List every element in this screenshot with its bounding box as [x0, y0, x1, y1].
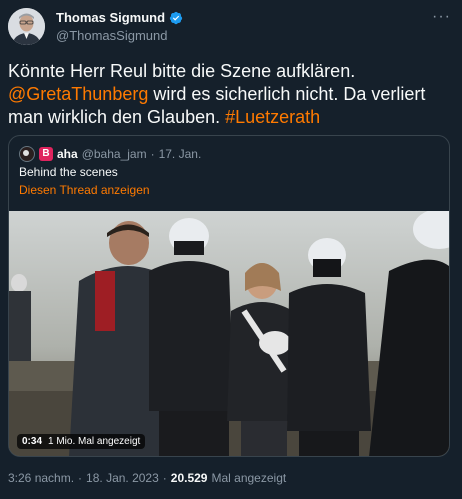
views-count: 20.529 [170, 471, 208, 485]
tweet-time[interactable]: 3:26 nachm. [8, 471, 74, 485]
tweet: Thomas Sigmund @ThomasSigmund ··· Könnte… [0, 0, 462, 499]
verified-badge-icon [169, 11, 183, 25]
footer-separator-2: · [162, 471, 167, 485]
quoted-date: 17. Jan. [158, 147, 202, 161]
quoted-author-name-badge: B [39, 147, 53, 161]
author-handle[interactable]: @ThomasSigmund [56, 28, 167, 43]
author-name-text: Thomas Sigmund [56, 10, 166, 25]
quoted-author-avatar [19, 146, 35, 162]
video-info-badge: 0:34 1 Mio. Mal angezeigt [17, 434, 146, 449]
show-thread-link[interactable]: Diesen Thread anzeigen [19, 183, 150, 197]
video-thumbnail [9, 211, 449, 456]
tweet-date[interactable]: 18. Jan. 2023 [86, 471, 159, 485]
quoted-tweet-text: Behind the scenes [19, 165, 118, 179]
quoted-author-handle: @baha_jam [81, 147, 147, 161]
author-name[interactable]: Thomas Sigmund [56, 10, 183, 25]
video-player[interactable]: 0:34 1 Mio. Mal angezeigt [9, 211, 449, 456]
tweet-text-start: Könnte Herr Reul bitte die Szene aufklär… [8, 61, 356, 81]
more-icon: ··· [432, 8, 451, 25]
author-avatar[interactable] [8, 8, 45, 45]
mention-link[interactable]: @GretaThunberg [8, 84, 148, 104]
tweet-text: Könnte Herr Reul bitte die Szene aufklär… [8, 60, 448, 129]
quoted-author-name: aha [57, 147, 78, 161]
footer-separator: · [78, 471, 83, 485]
more-options-button[interactable]: ··· [432, 8, 450, 26]
video-views: 1 Mio. Mal angezeigt [48, 436, 141, 447]
video-duration: 0:34 [22, 436, 43, 447]
views-label: Mal angezeigt [211, 471, 287, 485]
quoted-tweet-header: B aha @baha_jam · 17. Jan. [19, 146, 201, 162]
hashtag-link[interactable]: #Luetzerath [225, 107, 320, 127]
quoted-separator: · [150, 147, 155, 161]
quoted-tweet[interactable]: B aha @baha_jam · 17. Jan. Behind the sc… [8, 135, 450, 457]
tweet-footer: 3:26 nachm. · 18. Jan. 2023 · 20.529 Mal… [8, 471, 286, 485]
